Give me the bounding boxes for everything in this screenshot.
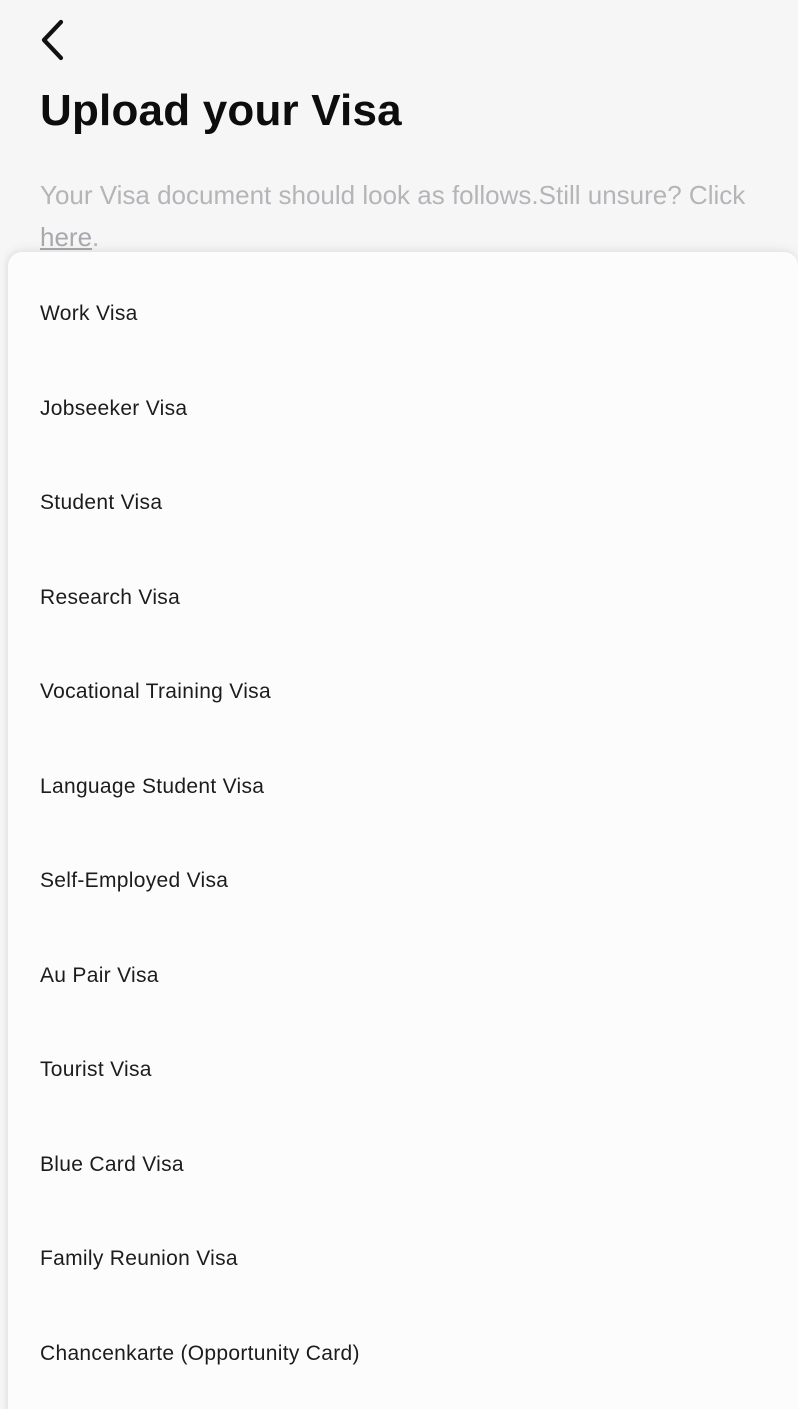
page-subtitle: Your Visa document should look as follow…: [40, 174, 760, 258]
back-button[interactable]: [30, 14, 78, 66]
visa-option-tourist[interactable]: Tourist Visa: [8, 1023, 798, 1118]
visa-option-research[interactable]: Research Visa: [8, 551, 798, 646]
upload-visa-screen: Upload your Visa Your Visa document shou…: [0, 0, 798, 1409]
visa-type-sheet: Work Visa Jobseeker Visa Student Visa Re…: [8, 252, 798, 1409]
visa-option-student[interactable]: Student Visa: [8, 456, 798, 551]
visa-option-jobseeker[interactable]: Jobseeker Visa: [8, 362, 798, 457]
visa-option-blue-card[interactable]: Blue Card Visa: [8, 1118, 798, 1213]
visa-type-list: Work Visa Jobseeker Visa Student Visa Re…: [8, 252, 798, 1401]
chevron-left-icon: [41, 19, 64, 61]
visa-option-family-reunion[interactable]: Family Reunion Visa: [8, 1212, 798, 1307]
help-link[interactable]: here: [40, 222, 92, 252]
visa-option-work[interactable]: Work Visa: [8, 267, 798, 362]
subtitle-end: .: [92, 222, 100, 252]
visa-option-au-pair[interactable]: Au Pair Visa: [8, 929, 798, 1024]
visa-option-self-employed[interactable]: Self-Employed Visa: [8, 834, 798, 929]
visa-option-vocational-training[interactable]: Vocational Training Visa: [8, 645, 798, 740]
visa-option-language-student[interactable]: Language Student Visa: [8, 740, 798, 835]
visa-option-chancenkarte[interactable]: Chancenkarte (Opportunity Card): [8, 1307, 798, 1402]
subtitle-text: Your Visa document should look as follow…: [40, 180, 746, 210]
page-title: Upload your Visa: [40, 86, 402, 135]
